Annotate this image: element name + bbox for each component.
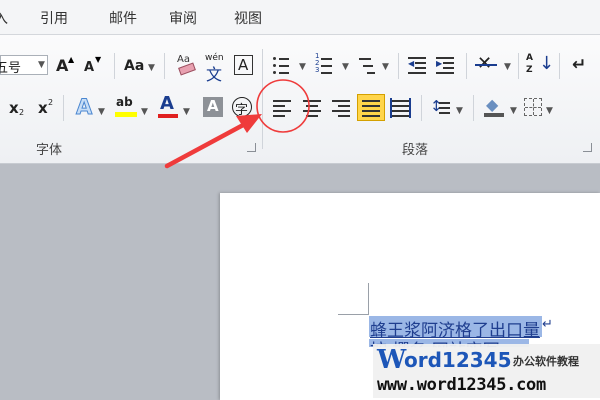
arrow-shaft (164, 121, 248, 169)
highlight-circle-icon (256, 79, 310, 133)
arrow-head-icon (236, 114, 262, 133)
watermark-url: www.word12345.com (377, 375, 546, 395)
watermark-logo-band: W ord12345 办公软件教程 (373, 344, 600, 375)
watermark-logo-text: ord12345 (404, 348, 512, 372)
watermark-url-band: www.word12345.com (373, 374, 600, 398)
annotation-overlay (164, 79, 310, 169)
watermark-tagline: 办公软件教程 (513, 355, 579, 368)
watermark-logo-w: W (377, 345, 407, 375)
